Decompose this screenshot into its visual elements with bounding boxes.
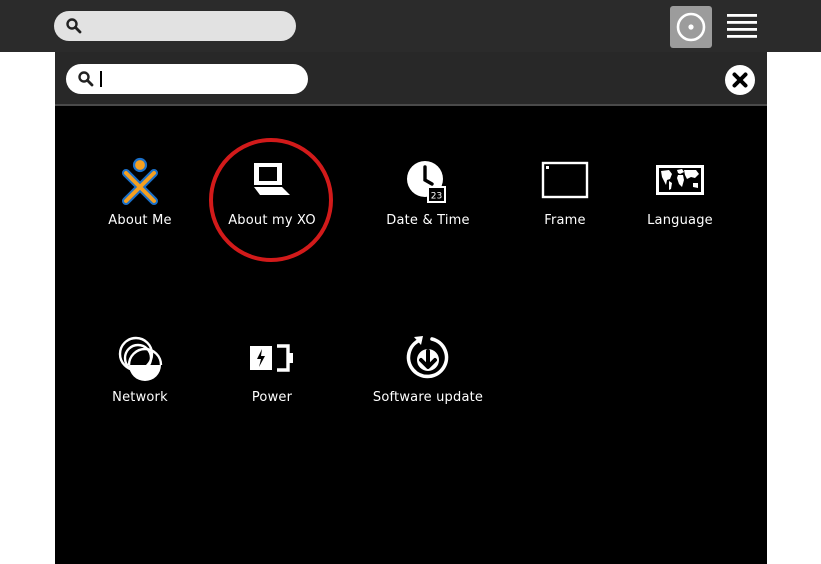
power-label: Power [251, 390, 293, 405]
close-icon [732, 72, 748, 88]
frame-icon [541, 161, 589, 199]
calendar-day: 23 [431, 192, 442, 202]
control-panel: About Me About my XO 23 Date & Time Fram… [55, 52, 767, 564]
search-icon [66, 18, 82, 34]
highlight-circle [209, 138, 333, 262]
home-view-button[interactable] [670, 6, 712, 48]
software-update-item[interactable]: Software update [363, 334, 493, 444]
list-view-button[interactable] [724, 8, 760, 44]
software-update-label: Software update [372, 390, 484, 405]
about-me-item[interactable]: About Me [75, 157, 205, 267]
control-panel-search-field[interactable] [66, 64, 308, 94]
date-time-item[interactable]: 23 Date & Time [363, 157, 493, 267]
frame-top-bar [0, 0, 821, 52]
home-ring-icon [676, 12, 706, 42]
clock-calendar-icon: 23 [407, 161, 446, 203]
network-label: Network [112, 390, 168, 405]
software-update-icon [406, 336, 449, 379]
about-me-label: About Me [108, 213, 172, 228]
control-panel-toolbar [55, 52, 767, 106]
search-icon [78, 71, 94, 87]
network-item[interactable]: Network [75, 334, 205, 444]
frame-search-field[interactable] [54, 11, 296, 41]
xo-person-icon [122, 157, 158, 205]
frame-item[interactable]: Frame [500, 157, 630, 267]
world-map-icon [656, 165, 704, 195]
battery-icon [250, 344, 293, 372]
control-panel-search-input[interactable] [98, 67, 294, 91]
language-item[interactable]: Language [615, 157, 745, 267]
frame-label: Frame [544, 213, 586, 228]
close-button[interactable] [725, 65, 755, 95]
language-label: Language [647, 213, 713, 228]
text-caret [100, 71, 102, 87]
network-icon [118, 336, 163, 381]
list-icon [727, 14, 757, 38]
power-item[interactable]: Power [207, 334, 337, 444]
date-time-label: Date & Time [386, 213, 470, 228]
